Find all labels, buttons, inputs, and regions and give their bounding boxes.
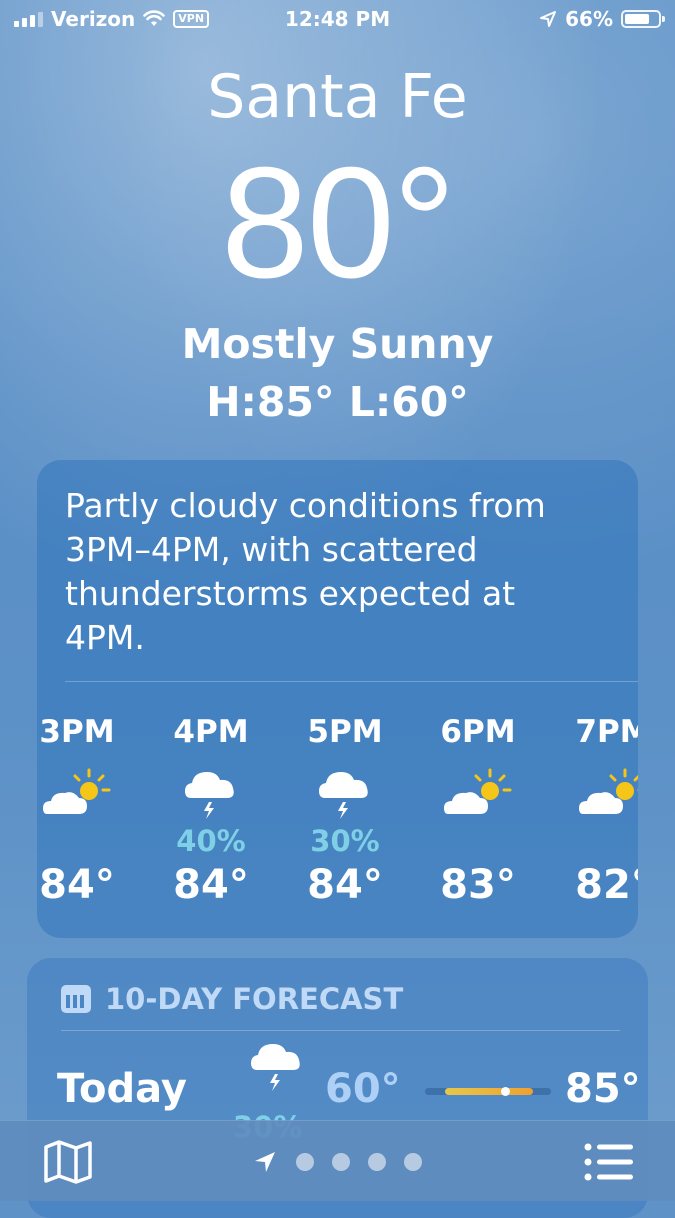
list-icon xyxy=(584,1143,633,1181)
page-dot[interactable] xyxy=(404,1153,422,1171)
page-dot[interactable] xyxy=(332,1153,350,1171)
thunderstorm-icon xyxy=(295,764,395,824)
partly-sunny-icon xyxy=(37,764,127,824)
hourly-scroll[interactable]: 3PM 84° 4PM 40% 84° 5PM 30% 84° 6PM 83° … xyxy=(37,712,638,932)
hour-item: 4PM 40% 84° xyxy=(161,712,261,908)
divider xyxy=(61,1030,620,1031)
precip-chance xyxy=(563,824,638,858)
thunderstorm-icon xyxy=(245,1040,305,1110)
precip-chance xyxy=(428,824,528,858)
status-bar: Verizon VPN 12:48 PM 66% xyxy=(0,0,675,38)
hourly-forecast-card[interactable]: Partly cloudy conditions from 3PM–4PM, w… xyxy=(37,460,638,938)
hour-label: 5PM xyxy=(307,714,383,750)
hour-item: 5PM 30% 84° xyxy=(295,712,395,908)
precip-chance: 40% xyxy=(176,824,246,858)
map-icon xyxy=(44,1140,92,1184)
bottom-toolbar xyxy=(0,1120,675,1201)
thunderstorm-icon xyxy=(161,764,261,824)
hour-label: 7PM xyxy=(575,714,638,750)
hour-label: 3PM xyxy=(39,714,115,750)
city-name: Santa Fe xyxy=(207,62,468,132)
hour-label: 6PM xyxy=(440,714,516,750)
hour-item: 7PM 82° xyxy=(563,712,638,908)
day-high: 85° xyxy=(565,1066,641,1112)
current-temperature: 80° xyxy=(221,135,456,311)
current-location-icon[interactable] xyxy=(252,1149,278,1175)
hour-item: 3PM 84° xyxy=(37,712,127,908)
partly-sunny-icon xyxy=(563,764,638,824)
day-row-today[interactable]: Today 30% 60° 85° xyxy=(57,1044,641,1144)
battery-percent: 66% xyxy=(565,7,613,31)
hour-temperature: 84° xyxy=(173,862,249,908)
map-button[interactable] xyxy=(42,1139,94,1185)
temperature-range-fill xyxy=(445,1088,533,1095)
forecast-summary: Partly cloudy conditions from 3PM–4PM, w… xyxy=(65,486,546,657)
partly-sunny-icon xyxy=(428,764,528,824)
ten-day-title: 10-DAY FORECAST xyxy=(105,982,404,1016)
hour-temperature: 83° xyxy=(440,862,516,908)
day-name: Today xyxy=(57,1066,187,1112)
temperature-range-bar xyxy=(425,1087,551,1096)
hour-item: 6PM 83° xyxy=(428,712,528,908)
page-dot[interactable] xyxy=(368,1153,386,1171)
hour-temperature: 84° xyxy=(307,862,383,908)
list-button[interactable] xyxy=(583,1141,635,1183)
status-right: 66% xyxy=(539,7,665,31)
precip-chance xyxy=(37,824,127,858)
battery-icon xyxy=(621,10,665,28)
hour-temperature: 82° xyxy=(575,862,638,908)
location-services-icon xyxy=(540,11,557,27)
divider xyxy=(65,681,638,682)
high-low: H:85° L:60° xyxy=(206,378,469,426)
hour-temperature: 84° xyxy=(39,862,115,908)
precip-chance: 30% xyxy=(310,824,380,858)
page-indicator[interactable] xyxy=(252,1149,422,1175)
page-dot[interactable] xyxy=(296,1153,314,1171)
ten-day-header: 10-DAY FORECAST xyxy=(61,982,403,1016)
day-low: 60° xyxy=(325,1066,401,1112)
hour-label: 4PM xyxy=(173,714,249,750)
calendar-icon xyxy=(61,985,91,1013)
current-condition: Mostly Sunny xyxy=(181,320,494,368)
